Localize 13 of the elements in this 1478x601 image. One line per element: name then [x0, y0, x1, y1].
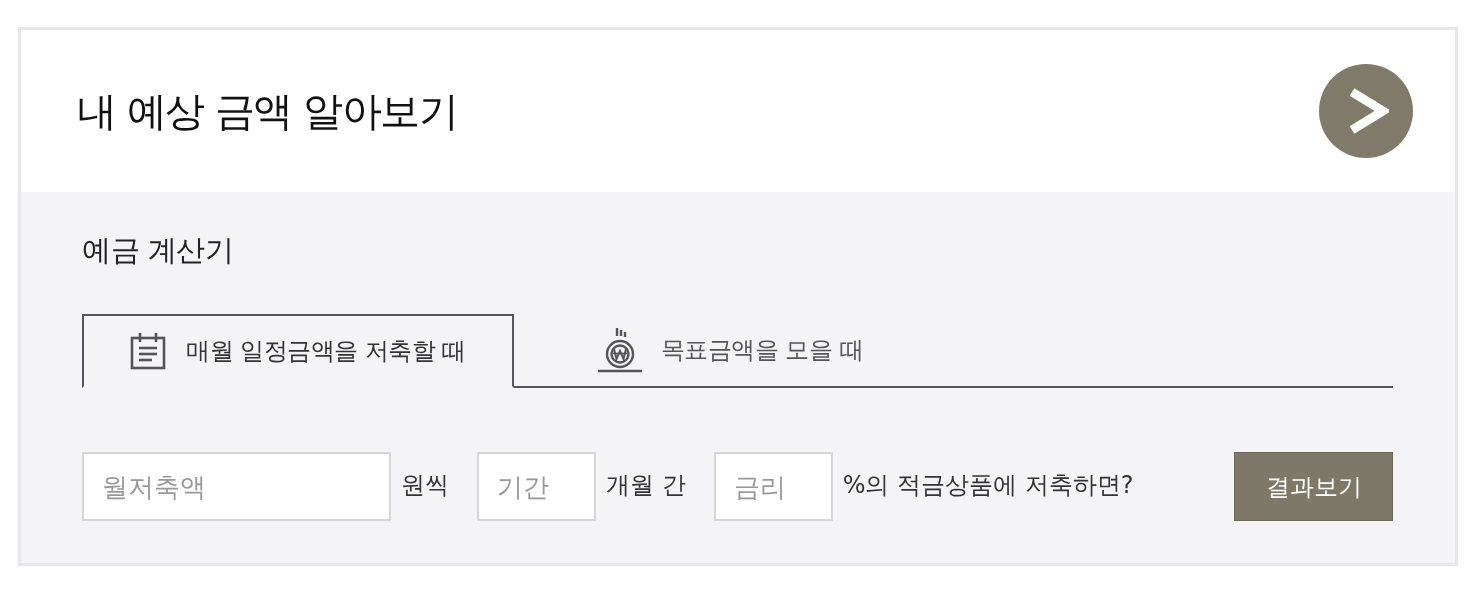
calculator-title: 예금 계산기	[82, 232, 234, 269]
page-title: 내 예상 금액 알아보기	[77, 87, 458, 136]
unit-label: 원씩	[401, 469, 449, 501]
coin-icon	[596, 327, 643, 373]
input-field[interactable]: 금리	[713, 452, 833, 521]
result-button[interactable]: 결과보기	[1234, 452, 1393, 521]
chevron-right-icon	[1349, 88, 1389, 134]
tab[interactable]: 매월 일정금액을 저축할 때	[82, 314, 514, 388]
unit-label: 개월 간	[606, 469, 686, 501]
tab[interactable]: 목표금액을 모을 때	[514, 314, 946, 388]
input-field[interactable]: 기간	[477, 452, 596, 521]
input-field[interactable]: 월저축액	[82, 452, 391, 521]
unit-label: %의 적금상품에 저축하면?	[842, 469, 1134, 501]
